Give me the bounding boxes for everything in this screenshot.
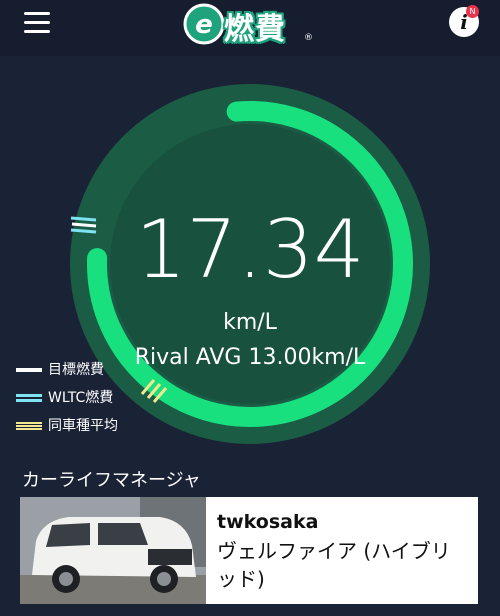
top-bar: e 燃費 ® i N: [0, 0, 500, 56]
card-car-model: ヴェルファイア (ハイブリッド): [217, 539, 451, 591]
legend-swatch-target: [16, 368, 42, 372]
app-logo: e 燃費 ®: [182, 2, 322, 48]
car-photo: [20, 497, 206, 604]
legend-label: WLTC燃費: [48, 390, 114, 406]
legend-swatch-wltc: [16, 394, 42, 402]
fuel-economy-value: 17.34: [135, 203, 365, 296]
car-card[interactable]: twkosaka ヴェルファイア (ハイブリッド): [20, 497, 478, 604]
legend-label: 同車種平均: [48, 418, 118, 434]
legend-wltc: WLTC燃費: [16, 388, 156, 408]
hamburger-menu-icon[interactable]: [24, 12, 50, 34]
card-username: twkosaka: [217, 511, 319, 533]
legend-target: 目標燃費: [16, 360, 156, 380]
legend-swatch-rival: [16, 422, 42, 430]
svg-text:e: e: [195, 10, 213, 40]
notification-badge: N: [466, 5, 479, 18]
legend-label: 目標燃費: [48, 362, 104, 378]
legend-rival-average: 同車種平均: [16, 416, 156, 436]
logo-e-icon: e: [183, 3, 225, 45]
logo-registered-mark: ®: [304, 33, 313, 43]
logo-text: 燃費: [224, 12, 286, 47]
fuel-economy-unit: km/L: [223, 310, 277, 335]
section-title: カーライフマネージャ: [22, 470, 201, 491]
